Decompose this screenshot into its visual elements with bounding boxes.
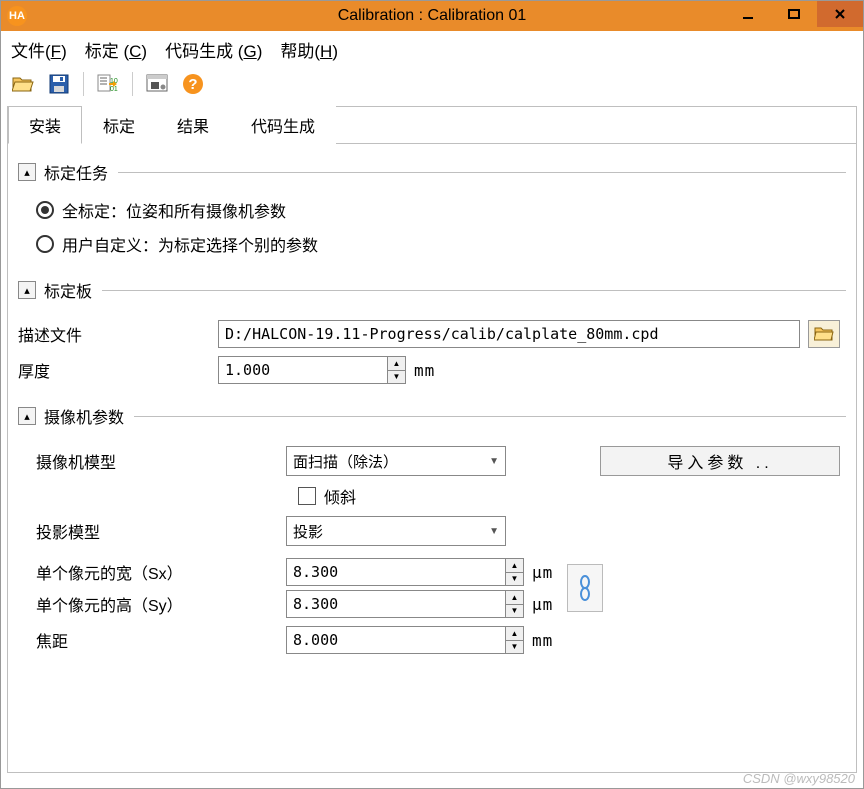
focal-unit: mm bbox=[532, 631, 553, 650]
svg-text:01: 01 bbox=[110, 86, 118, 93]
toolbar-separator bbox=[83, 72, 84, 96]
thickness-label: 厚度 bbox=[18, 358, 218, 382]
radio-user-defined[interactable]: 用户自定义：为标定选择个别的参数 bbox=[36, 232, 840, 256]
save-icon[interactable] bbox=[45, 70, 73, 98]
sx-spinner[interactable]: ▲▼ bbox=[506, 558, 524, 586]
toolbar-separator bbox=[132, 72, 133, 96]
sx-label: 单个像元的宽（Sx） bbox=[36, 560, 286, 584]
chevron-down-icon: ▼ bbox=[489, 456, 499, 467]
svg-text:?: ? bbox=[188, 76, 197, 93]
section-title: 标定任务 bbox=[44, 160, 108, 184]
camera-model-dropdown[interactable]: 面扫描（除法） ▼ bbox=[286, 446, 506, 476]
radio-label: 全标定：位姿和所有摄像机参数 bbox=[62, 198, 286, 222]
window-controls bbox=[725, 1, 863, 31]
focal-label: 焦距 bbox=[36, 628, 286, 652]
tabstrip: 安装 标定 结果 代码生成 bbox=[8, 105, 856, 144]
tab-panel: 安装 标定 结果 代码生成 ▴ 标定任务 全标定：位姿和所有摄像机参数 bbox=[7, 106, 857, 773]
camera-model-label: 摄像机模型 bbox=[36, 449, 286, 473]
section-title: 标定板 bbox=[44, 278, 92, 302]
maximize-button[interactable] bbox=[771, 1, 817, 27]
sx-unit: μm bbox=[532, 563, 553, 582]
section-calib-plate: ▴ 标定板 描述文件 厚度 ▲▼ bbox=[18, 278, 846, 396]
collapse-icon[interactable]: ▴ bbox=[18, 281, 36, 299]
close-button[interactable] bbox=[817, 1, 863, 27]
projection-model-dropdown[interactable]: 投影 ▼ bbox=[286, 516, 506, 546]
watermark: CSDN @wxy98520 bbox=[743, 771, 855, 786]
desc-file-input[interactable] bbox=[218, 320, 800, 348]
tab-calibration[interactable]: 标定 bbox=[82, 106, 156, 144]
tab-content-install: ▴ 标定任务 全标定：位姿和所有摄像机参数 用户自定义：为标定选择个别的参数 bbox=[8, 144, 856, 670]
projection-model-label: 投影模型 bbox=[36, 519, 286, 543]
tab-install[interactable]: 安装 bbox=[8, 106, 82, 144]
chevron-down-icon: ▼ bbox=[489, 526, 499, 537]
menu-calibration[interactable]: 标定 (C) bbox=[85, 37, 147, 62]
generate-code-icon[interactable]: 1001 bbox=[94, 70, 122, 98]
focal-spinner[interactable]: ▲▼ bbox=[506, 626, 524, 654]
app-window: HA Calibration : Calibration 01 文件(F) 标定… bbox=[0, 0, 864, 789]
sy-label: 单个像元的高（Sy） bbox=[36, 592, 286, 616]
menubar: 文件(F) 标定 (C) 代码生成 (G) 帮助(H) bbox=[1, 31, 863, 68]
help-icon[interactable]: ? bbox=[179, 70, 207, 98]
sy-input[interactable] bbox=[286, 590, 506, 618]
image-window-icon[interactable] bbox=[143, 70, 171, 98]
open-icon[interactable] bbox=[9, 70, 37, 98]
section-calib-task: ▴ 标定任务 全标定：位姿和所有摄像机参数 用户自定义：为标定选择个别的参数 bbox=[18, 160, 846, 270]
titlebar: HA Calibration : Calibration 01 bbox=[1, 1, 863, 31]
link-sx-sy-button[interactable] bbox=[567, 564, 603, 612]
menu-file[interactable]: 文件(F) bbox=[11, 37, 67, 62]
tab-codegen[interactable]: 代码生成 bbox=[230, 106, 336, 144]
desc-file-label: 描述文件 bbox=[18, 322, 218, 346]
menu-help[interactable]: 帮助(H) bbox=[280, 37, 338, 62]
tab-result[interactable]: 结果 bbox=[156, 106, 230, 144]
sx-input[interactable] bbox=[286, 558, 506, 586]
thickness-spinner[interactable]: ▲▼ bbox=[388, 356, 406, 384]
import-params-button[interactable]: 导入参数 .. bbox=[600, 446, 840, 476]
radio-full-calibration[interactable]: 全标定：位姿和所有摄像机参数 bbox=[36, 198, 840, 222]
collapse-icon[interactable]: ▴ bbox=[18, 407, 36, 425]
browse-button[interactable] bbox=[808, 320, 840, 348]
collapse-icon[interactable]: ▴ bbox=[18, 163, 36, 181]
section-camera-params: ▴ 摄像机参数 摄像机模型 面扫描（除法） ▼ 导入参数 .. bbox=[18, 404, 846, 662]
focal-input[interactable] bbox=[286, 626, 506, 654]
tilt-label: 倾斜 bbox=[324, 484, 356, 508]
thickness-input[interactable] bbox=[218, 356, 388, 384]
minimize-button[interactable] bbox=[725, 1, 771, 27]
thickness-unit: mm bbox=[414, 361, 435, 380]
section-title: 摄像机参数 bbox=[44, 404, 124, 428]
sy-unit: μm bbox=[532, 595, 553, 614]
menu-codegen[interactable]: 代码生成 (G) bbox=[165, 37, 262, 62]
tilt-checkbox[interactable] bbox=[298, 487, 316, 505]
toolbar: 1001 ? bbox=[1, 68, 863, 104]
radio-label: 用户自定义：为标定选择个别的参数 bbox=[62, 232, 318, 256]
sy-spinner[interactable]: ▲▼ bbox=[506, 590, 524, 618]
